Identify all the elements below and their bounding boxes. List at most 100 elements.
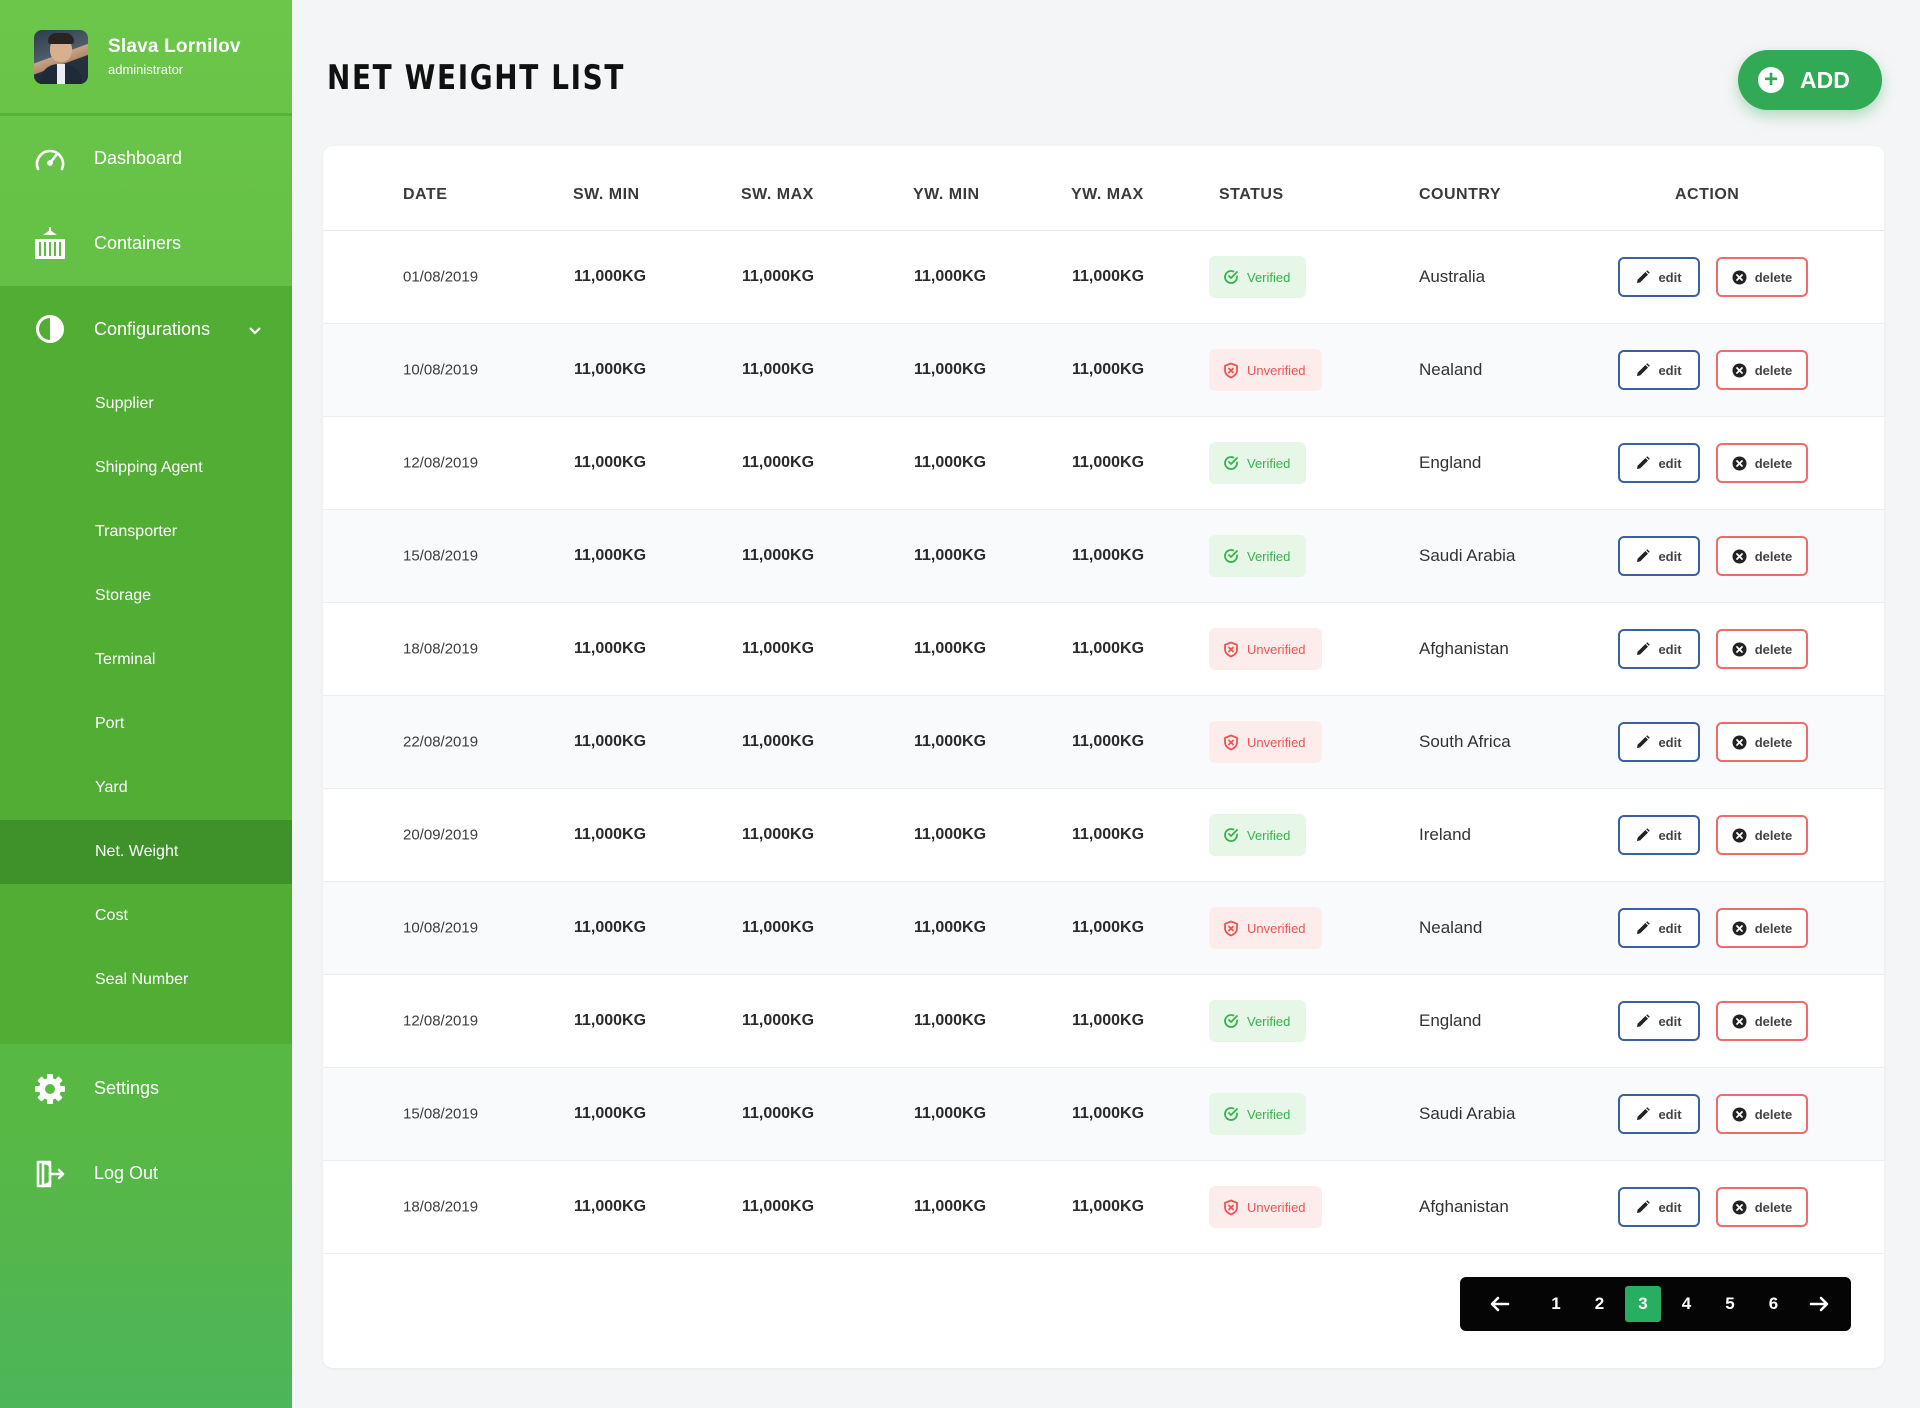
edit-button[interactable]: edit (1618, 1001, 1700, 1041)
page-button-2[interactable]: 2 (1582, 1286, 1618, 1322)
page-button-5[interactable]: 5 (1712, 1286, 1748, 1322)
edit-button[interactable]: edit (1618, 443, 1700, 483)
edit-label: edit (1658, 1199, 1682, 1215)
delete-button[interactable]: delete (1716, 815, 1808, 855)
edit-button[interactable]: edit (1618, 722, 1700, 762)
prev-page-button[interactable] (1480, 1288, 1520, 1320)
nav-containers[interactable]: Containers (0, 201, 292, 286)
col-sw-min[interactable]: SW. MIN (573, 186, 640, 204)
cell-sw-min: 11,000KG (574, 640, 647, 657)
nav-configurations[interactable]: Configurations (0, 286, 292, 372)
cell-date: 10/08/2019 (403, 919, 479, 937)
x-circle-icon (1732, 363, 1747, 378)
check-circle-icon (1223, 269, 1239, 285)
status-label: Unverified (1247, 1199, 1306, 1215)
cell-yw-max: 11,000KG (1072, 547, 1145, 564)
config-item-supplier[interactable]: Supplier (0, 372, 292, 436)
cell-country: Afghanistan (1419, 1197, 1509, 1216)
config-item-port[interactable]: Port (0, 692, 292, 756)
status-badge: Unverified (1209, 721, 1322, 763)
cell-sw-max: 11,000KG (742, 268, 815, 285)
delete-button[interactable]: delete (1716, 629, 1808, 669)
edit-button[interactable]: edit (1618, 1187, 1700, 1227)
delete-button[interactable]: delete (1716, 1094, 1808, 1134)
pencil-icon (1636, 828, 1651, 842)
cell-sw-max: 11,000KG (742, 454, 815, 471)
user-profile[interactable]: Slava Lornilov administrator (0, 0, 292, 116)
config-item-terminal[interactable]: Terminal (0, 628, 292, 692)
pencil-icon (1636, 1200, 1651, 1214)
edit-button[interactable]: edit (1618, 629, 1700, 669)
cell-sw-max: 11,000KG (742, 826, 815, 843)
config-item-transporter[interactable]: Transporter (0, 500, 292, 564)
chevron-down-icon[interactable] (248, 319, 262, 340)
delete-label: delete (1754, 641, 1793, 657)
cell-sw-min: 11,000KG (574, 547, 647, 564)
cell-country: Afghanistan (1419, 639, 1509, 658)
x-circle-icon (1732, 735, 1747, 750)
config-item-net-weight[interactable]: Net. Weight (0, 820, 292, 884)
cell-country: Nealand (1419, 360, 1483, 379)
col-yw-min[interactable]: YW. MIN (913, 186, 980, 204)
pencil-icon (1636, 270, 1651, 284)
nav-logout[interactable]: Log Out (0, 1131, 292, 1216)
config-item-cost[interactable]: Cost (0, 884, 292, 948)
cell-yw-max: 11,000KG (1072, 361, 1145, 378)
cell-sw-min: 11,000KG (574, 1012, 647, 1029)
col-action: ACTION (1675, 186, 1740, 203)
col-date[interactable]: DATE (403, 186, 447, 204)
edit-label: edit (1658, 734, 1682, 750)
page-button-1[interactable]: 1 (1538, 1286, 1574, 1322)
nav-settings-label: Settings (94, 1078, 160, 1098)
col-sw-max[interactable]: SW. MAX (741, 186, 814, 204)
config-item-storage[interactable]: Storage (0, 564, 292, 628)
delete-button[interactable]: delete (1716, 722, 1808, 762)
cell-yw-min: 11,000KG (914, 919, 987, 936)
config-item-seal-number[interactable]: Seal Number (0, 948, 292, 1012)
delete-button[interactable]: delete (1716, 536, 1808, 576)
cell-yw-max: 11,000KG (1072, 826, 1145, 843)
status-badge: Verified (1209, 814, 1307, 856)
delete-button[interactable]: delete (1716, 257, 1808, 297)
cell-sw-max: 11,000KG (742, 919, 815, 936)
cell-yw-min: 11,000KG (914, 454, 987, 471)
edit-button[interactable]: edit (1618, 257, 1700, 297)
net-weight-table: DATE SW. MIN SW. MAX YW. MIN YW. MAX STA… (323, 146, 1884, 1368)
shield-x-icon (1223, 920, 1239, 937)
cell-sw-min: 11,000KG (574, 1198, 647, 1215)
config-item-shipping-agent[interactable]: Shipping Agent (0, 436, 292, 500)
pencil-icon (1636, 1014, 1651, 1028)
delete-button[interactable]: delete (1716, 908, 1808, 948)
edit-label: edit (1658, 548, 1682, 564)
nav-configurations-label: Configurations (94, 318, 211, 339)
add-button[interactable]: + ADD (1738, 50, 1882, 110)
edit-label: edit (1658, 641, 1682, 657)
page-button-3[interactable]: 3 (1625, 1286, 1661, 1322)
delete-button[interactable]: delete (1716, 1001, 1808, 1041)
status-label: Verified (1247, 827, 1291, 843)
edit-button[interactable]: edit (1618, 908, 1700, 948)
col-yw-max[interactable]: YW. MAX (1071, 186, 1144, 204)
page-button-6[interactable]: 6 (1756, 1286, 1792, 1322)
x-circle-icon (1732, 456, 1747, 471)
config-item-yard[interactable]: Yard (0, 756, 292, 820)
shield-x-icon (1223, 362, 1239, 379)
edit-button[interactable]: edit (1618, 815, 1700, 855)
col-status[interactable]: STATUS (1219, 186, 1284, 204)
next-page-button[interactable] (1799, 1288, 1839, 1320)
delete-button[interactable]: delete (1716, 1187, 1808, 1227)
delete-button[interactable]: delete (1716, 350, 1808, 390)
nav-settings[interactable]: Settings (0, 1046, 292, 1131)
col-country[interactable]: COUNTRY (1419, 186, 1501, 204)
delete-label: delete (1754, 827, 1793, 843)
edit-button[interactable]: edit (1618, 536, 1700, 576)
edit-button[interactable]: edit (1618, 350, 1700, 390)
edit-label: edit (1658, 920, 1682, 936)
edit-button[interactable]: edit (1618, 1094, 1700, 1134)
delete-button[interactable]: delete (1716, 443, 1808, 483)
nav-dashboard[interactable]: Dashboard (0, 116, 292, 201)
cell-sw-max: 11,000KG (742, 1105, 815, 1122)
page-button-4[interactable]: 4 (1669, 1286, 1705, 1322)
status-badge: Verified (1209, 1000, 1307, 1042)
delete-label: delete (1754, 455, 1793, 471)
